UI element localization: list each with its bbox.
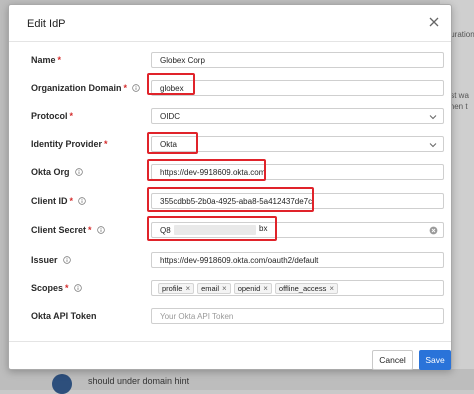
identity-provider-select[interactable]: Okta [151, 136, 444, 152]
required-mark: * [69, 111, 74, 121]
divider [9, 41, 451, 42]
background-text: should under domain hint [88, 376, 190, 386]
required-mark: * [123, 83, 128, 93]
redacted-mask [174, 225, 256, 235]
chevron-down-icon [429, 143, 437, 148]
scopes-input[interactable]: profile × email × openid × offline_access × [151, 280, 444, 296]
scopes-label: Scopes * [31, 283, 82, 293]
info-icon[interactable] [96, 226, 105, 234]
org-domain-input[interactable]: globex [151, 80, 444, 96]
info-icon[interactable] [78, 197, 86, 205]
org-domain-label: Organization Domain * [31, 83, 140, 93]
required-mark: * [88, 225, 92, 235]
okta-api-token-input[interactable]: Your Okta API Token [151, 308, 444, 324]
okta-org-label: Okta Org [31, 167, 83, 177]
cancel-button[interactable]: Cancel [372, 350, 413, 370]
required-mark: * [57, 55, 62, 65]
client-id-label: Client ID * [31, 196, 86, 206]
avatar [52, 374, 72, 394]
okta-api-token-label: Okta API Token [31, 311, 97, 321]
remove-chip-icon[interactable]: × [222, 284, 227, 293]
issuer-input[interactable]: https://dev-9918609.okta.com/oauth2/defa… [151, 252, 444, 268]
info-icon[interactable] [62, 256, 71, 264]
save-button[interactable]: Save [419, 350, 451, 370]
protocol-label: Protocol * [31, 111, 74, 121]
name-label: Name * [31, 55, 62, 65]
remove-chip-icon[interactable]: × [329, 284, 334, 293]
client-secret-input[interactable]: Q8 bx [151, 222, 444, 238]
scope-chip: email × [197, 282, 231, 294]
edit-idp-dialog: Edit IdP Name * Globex Corp Organization… [8, 4, 452, 370]
name-input[interactable]: Globex Corp [151, 52, 444, 68]
clear-icon[interactable] [429, 226, 438, 235]
info-icon[interactable] [74, 168, 83, 176]
info-icon[interactable] [73, 284, 82, 292]
required-mark: * [65, 283, 69, 293]
okta-org-input[interactable]: https://dev-9918609.okta.com [151, 164, 444, 180]
client-secret-label: Client Secret * [31, 225, 105, 235]
divider [9, 341, 451, 342]
info-icon[interactable] [132, 84, 140, 92]
scope-chip: offline_access × [274, 282, 338, 294]
identity-provider-label: Identity Provider * [31, 139, 108, 149]
issuer-label: Issuer [31, 255, 71, 265]
remove-chip-icon[interactable]: × [185, 284, 190, 293]
client-id-input[interactable]: 355cdbb5-2b0a-4925-aba8-5a412437de7c [151, 193, 444, 209]
chevron-down-icon [429, 115, 437, 120]
required-mark: * [69, 196, 74, 206]
dialog-title: Edit IdP [27, 18, 66, 30]
protocol-select[interactable]: OIDC [151, 108, 444, 124]
remove-chip-icon[interactable]: × [263, 284, 268, 293]
required-mark: * [104, 139, 108, 149]
close-icon[interactable] [427, 15, 441, 29]
scope-chip: openid × [233, 282, 272, 294]
scope-chip: profile × [158, 282, 195, 294]
